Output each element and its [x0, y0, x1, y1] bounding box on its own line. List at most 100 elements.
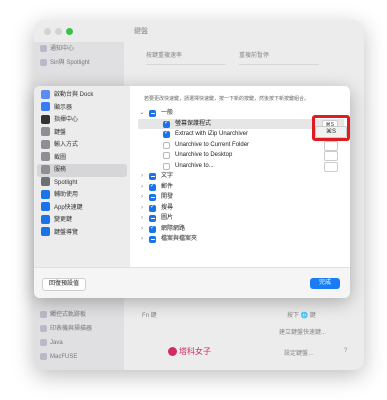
- service-label: 搜尋: [161, 204, 174, 211]
- spotlight-icon: [41, 177, 50, 187]
- sidebar-item-java[interactable]: Java: [34, 336, 124, 350]
- service-checkbox[interactable]: [163, 162, 170, 170]
- service-checkbox[interactable]: [149, 182, 156, 191]
- shortcuts-content: 若要更改快速鍵，請選擇快速鍵，按一下新的按鍵，然後按下新按鍵組合。 ⌄ 一般螢幕保…: [130, 86, 350, 268]
- watermark: 塔科女子: [168, 346, 211, 357]
- services-gear-icon: [41, 164, 50, 174]
- trackpad-icon: [40, 311, 47, 318]
- service-checkbox[interactable]: [149, 194, 156, 201]
- sidebar-item-notifications[interactable]: 通知中心: [34, 42, 124, 56]
- service-label: Unarchive to Desktop: [175, 152, 233, 158]
- chevron-right-icon[interactable]: ›: [138, 182, 146, 193]
- category-label: 鍵盤導覽: [54, 229, 79, 236]
- close-window-button[interactable]: [44, 28, 51, 35]
- fn-key-select[interactable]: 按下 🌐 鍵: [287, 310, 316, 319]
- category-label: Spotlight: [54, 179, 78, 186]
- screenshot-icon: [41, 152, 50, 162]
- service-checkbox[interactable]: [149, 236, 156, 243]
- service-checkbox[interactable]: [163, 152, 170, 159]
- service-row[interactable]: › 網際網路: [138, 224, 344, 235]
- chevron-down-icon[interactable]: ⌄: [138, 108, 146, 119]
- category-item-7[interactable]: Spotlight: [34, 177, 130, 190]
- setup-keyboard-button[interactable]: 設定鍵盤…: [284, 348, 314, 357]
- category-label: 輔助使用: [54, 192, 79, 198]
- service-checkbox[interactable]: [163, 141, 170, 149]
- service-label: 網際網路: [161, 225, 186, 232]
- chevron-right-icon[interactable]: ›: [138, 213, 146, 224]
- category-item-4[interactable]: 輸入方式: [34, 139, 130, 152]
- create-shortcut-link[interactable]: 建立鍵盤快速鍵...: [279, 327, 326, 336]
- key-repeat-rate-label: 按鍵重複速率: [146, 53, 183, 59]
- minimize-window-button[interactable]: [55, 28, 62, 35]
- service-label: 一般: [161, 110, 174, 116]
- service-row[interactable]: › 圖片: [138, 213, 344, 224]
- app-shortcuts-icon: [41, 202, 50, 212]
- service-checkbox[interactable]: [149, 110, 156, 117]
- chevron-right-icon[interactable]: ›: [138, 203, 146, 214]
- shortcut-field[interactable]: [324, 151, 338, 161]
- siri-icon: [40, 59, 47, 66]
- key-repeat-slider[interactable]: [146, 64, 226, 65]
- category-label: 輸入方式: [54, 142, 79, 148]
- restore-defaults-button[interactable]: 回復預設值: [42, 278, 87, 291]
- macfuse-icon: [40, 353, 47, 360]
- zoom-window-button[interactable]: [66, 28, 73, 35]
- service-row[interactable]: › 搜尋: [138, 203, 344, 214]
- category-item-0[interactable]: 啟動台與 Dock: [34, 89, 130, 102]
- service-checkbox[interactable]: [149, 203, 156, 212]
- sidebar-item-printers[interactable]: 印表機與掃描器: [34, 322, 124, 336]
- keyboard-navigation-icon: [41, 227, 50, 237]
- category-label: App快速鍵: [54, 204, 83, 211]
- service-row[interactable]: › 開發: [138, 192, 344, 203]
- modifier-keys-icon: [41, 214, 50, 224]
- sidebar-item-macfuse[interactable]: MacFUSE: [34, 350, 124, 364]
- service-label: 開發: [161, 194, 174, 200]
- service-row[interactable]: › 郵件: [138, 182, 344, 193]
- annotated-shortcut-key[interactable]: ⌘S: [315, 126, 347, 138]
- service-row[interactable]: › 檔案與檔案夾: [138, 234, 344, 245]
- service-checkbox[interactable]: [149, 224, 156, 233]
- done-button[interactable]: 完成: [310, 278, 340, 289]
- shortcut-field[interactable]: [324, 140, 338, 151]
- category-item-9[interactable]: App快速鍵: [34, 202, 130, 215]
- chevron-right-icon[interactable]: ›: [138, 234, 146, 245]
- help-button[interactable]: ?: [344, 348, 347, 354]
- category-item-5[interactable]: 截圖: [34, 152, 130, 165]
- sheet-footer: 回復預設值 完成: [34, 267, 350, 298]
- category-label: 啟動台與 Dock: [54, 92, 94, 98]
- category-item-2[interactable]: 指揮中心: [34, 114, 130, 127]
- service-row[interactable]: Unarchive to Desktop: [138, 150, 344, 161]
- chevron-right-icon[interactable]: ›: [138, 171, 146, 182]
- chevron-right-icon[interactable]: ›: [138, 224, 146, 235]
- display-icon: [41, 102, 50, 112]
- service-row[interactable]: Unarchive to...: [138, 161, 344, 172]
- category-item-11[interactable]: 鍵盤導覽: [34, 227, 130, 240]
- category-item-1[interactable]: 顯示器: [34, 102, 130, 115]
- service-row[interactable]: Unarchive to Current Folder: [138, 140, 344, 151]
- sidebar-item-trackpad[interactable]: 觸控式軌跡板: [34, 308, 124, 322]
- repeat-delay-slider[interactable]: [239, 64, 319, 65]
- service-row[interactable]: › 文字: [138, 171, 344, 182]
- category-label: 服務: [54, 167, 67, 173]
- category-label: 顯示器: [54, 104, 73, 111]
- delay-until-repeat-label: 重複前暫停: [239, 53, 270, 59]
- window-title: 鍵盤: [134, 28, 148, 35]
- service-checkbox[interactable]: [149, 215, 156, 222]
- category-item-8[interactable]: 輔助使用: [34, 189, 130, 202]
- window-titlebar: 鍵盤: [34, 20, 364, 42]
- category-item-6[interactable]: 服務: [37, 164, 127, 177]
- service-label: 文字: [161, 173, 174, 179]
- service-checkbox[interactable]: [163, 119, 170, 128]
- category-item-3[interactable]: 鍵盤: [34, 127, 130, 140]
- category-label: 截圖: [54, 154, 67, 161]
- chevron-right-icon[interactable]: ›: [138, 192, 146, 203]
- input-method-icon: [41, 139, 50, 149]
- category-label: 鍵盤: [54, 129, 67, 136]
- service-checkbox[interactable]: [163, 129, 170, 138]
- service-checkbox[interactable]: [149, 173, 156, 180]
- sidebar-item-siri-spotlight[interactable]: Siri與 Spotlight: [34, 56, 124, 70]
- category-item-10[interactable]: 變更鍵: [34, 214, 130, 227]
- service-label: Extract with iZip Unarchiver: [175, 131, 249, 137]
- shortcut-field[interactable]: [324, 161, 338, 172]
- shortcut-highlight-annotation: ⌘S: [312, 115, 350, 141]
